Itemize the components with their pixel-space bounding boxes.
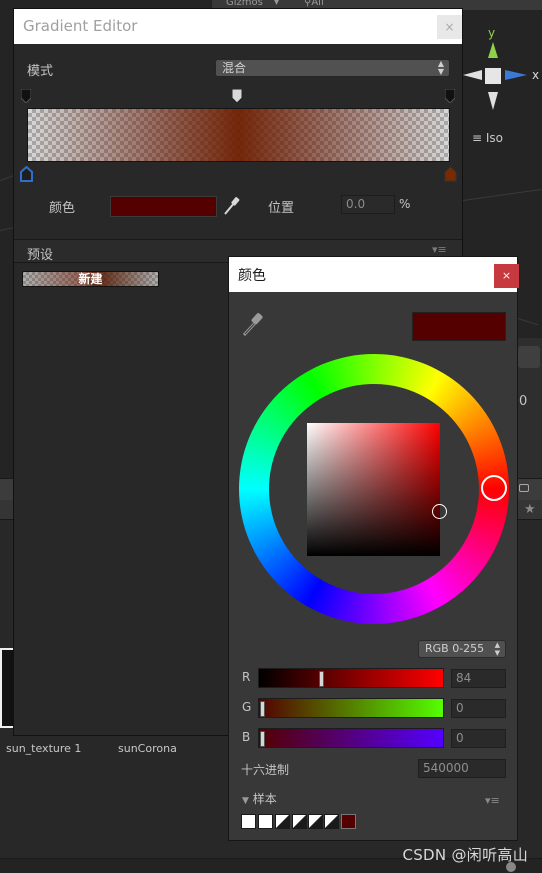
channel-value-g[interactable]: 0 [451, 699, 506, 718]
z-axis-cone-icon[interactable] [505, 70, 527, 80]
watermark: CSDN @闲听高山 [402, 846, 528, 864]
color-mode-value: RGB 0-255 [425, 642, 485, 655]
color-picker-titlebar[interactable]: 颜色 × [229, 257, 519, 292]
presets-label: 预设 [27, 248, 54, 263]
channel-slider-r[interactable] [258, 668, 444, 688]
neg-y-axis-cone-icon[interactable] [488, 92, 498, 110]
menu-lines-icon: ≡ [472, 131, 483, 145]
scene-axis-gizmo[interactable]: y x [460, 22, 542, 122]
current-color-swatch [412, 312, 506, 341]
swatch[interactable] [275, 814, 290, 829]
saturation-value-handle[interactable] [432, 504, 447, 519]
asset-label[interactable]: sun_texture 1 [6, 742, 81, 755]
channel-slider-thumb[interactable] [318, 671, 324, 687]
alpha-key-marker[interactable] [21, 89, 31, 103]
channel-label-g: G [242, 700, 252, 714]
axis-y-label: y [488, 26, 495, 40]
x-axis-cone-icon[interactable] [463, 70, 482, 80]
color-picker-window: 颜色 × RGB 0-255 ▲ ▼ R 84 G 0 B 0 十六进制 5400… [228, 256, 519, 841]
favorite-star-icon[interactable]: ★ [524, 502, 536, 517]
inspector-button[interactable] [518, 346, 540, 368]
mode-label: 模式 [27, 64, 54, 79]
new-preset-button[interactable]: 新建 [22, 271, 159, 287]
gizmos-dropdown-icon[interactable]: ▾ [274, 0, 279, 8]
hex-label: 十六进制 [241, 763, 290, 777]
gradient-overlay [28, 109, 449, 161]
color-key-marker-selected[interactable] [20, 166, 33, 182]
swatches-label: 样本 [252, 792, 277, 806]
saturation-value-square[interactable] [307, 423, 440, 556]
hex-input[interactable]: 540000 [418, 759, 506, 778]
location-unit: % [399, 197, 411, 211]
swatch[interactable] [258, 814, 273, 829]
location-label: 位置 [268, 201, 295, 216]
close-icon[interactable]: × [494, 264, 519, 288]
key-color-swatch[interactable] [110, 196, 217, 217]
channel-value-b[interactable]: 0 [451, 729, 506, 748]
swatches-menu-icon[interactable]: ▾≡ [485, 794, 500, 807]
gradient-editor-title: Gradient Editor [23, 17, 138, 35]
channel-slider-thumb[interactable] [260, 731, 265, 747]
mode-select[interactable]: 混合 ▲ ▼ [215, 59, 450, 77]
alpha-key-marker[interactable] [232, 89, 242, 103]
gizmos-menu[interactable]: Gizmos [226, 0, 263, 8]
swatch[interactable] [308, 814, 323, 829]
channel-label-r: R [242, 670, 251, 684]
swatch[interactable] [324, 814, 339, 829]
color-label: 颜色 [49, 201, 76, 216]
eyedropper-icon[interactable] [222, 196, 240, 216]
foldout-arrow-icon: ▼ [242, 796, 249, 806]
select-arrows-icon: ▲ ▼ [437, 59, 444, 76]
swatch[interactable] [292, 814, 307, 829]
inspector-value: 0 [519, 394, 528, 409]
channel-slider-thumb[interactable] [260, 701, 265, 717]
channel-value-r[interactable]: 84 [451, 669, 506, 688]
channel-label-b: B [242, 730, 251, 744]
y-axis-cone-icon[interactable] [488, 42, 498, 58]
color-key-marker[interactable] [444, 166, 457, 182]
swatches-foldout[interactable]: ▼ 样本 [242, 790, 277, 807]
color-mode-select[interactable]: RGB 0-255 ▲ ▼ [418, 640, 506, 658]
search-field[interactable]: ⚲All [304, 0, 324, 8]
presets-menu-icon[interactable]: ▾≡ [432, 243, 447, 256]
eyedropper-icon[interactable] [240, 312, 266, 338]
swatch[interactable] [341, 814, 356, 829]
search-label: All [311, 0, 324, 8]
gradient-preview-bar[interactable] [27, 108, 450, 162]
location-input[interactable]: 0.0 [341, 195, 395, 214]
projection-toggle[interactable]: ≡ Iso [472, 131, 503, 145]
select-arrows-icon: ▲ ▼ [494, 641, 500, 657]
channel-slider-g[interactable] [258, 698, 444, 718]
projection-label: Iso [485, 131, 504, 145]
axis-center-cube-icon[interactable] [485, 68, 501, 84]
alpha-key-marker[interactable] [445, 89, 455, 103]
close-icon[interactable]: × [437, 15, 462, 39]
lock-icon[interactable] [519, 484, 529, 492]
channel-slider-b[interactable] [258, 728, 444, 748]
gradient-editor-titlebar[interactable]: Gradient Editor × [14, 9, 462, 44]
mode-select-value: 混合 [222, 61, 247, 75]
hue-handle[interactable] [481, 475, 507, 501]
scene-grid-line [463, 189, 542, 201]
axis-x-label: x [532, 68, 539, 82]
color-picker-title: 颜色 [238, 268, 266, 284]
swatch[interactable] [241, 814, 256, 829]
asset-label[interactable]: sunCorona [118, 742, 177, 755]
